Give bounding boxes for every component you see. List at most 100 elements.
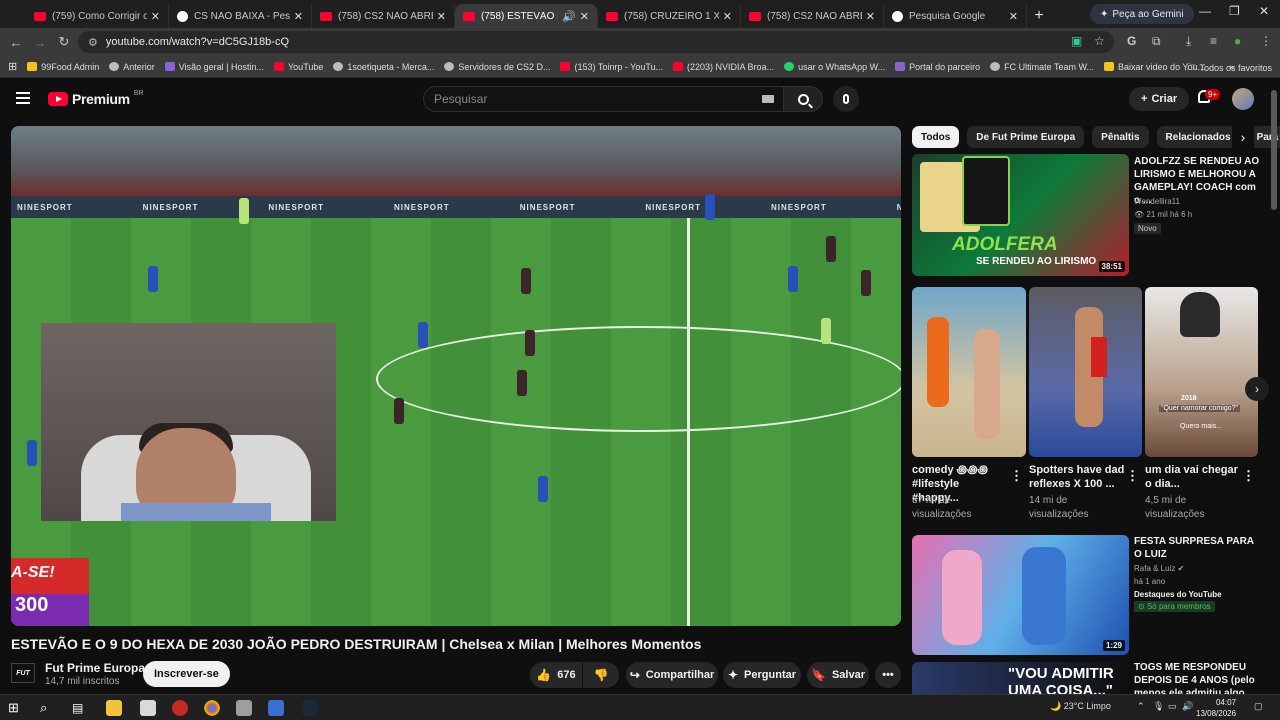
close-tab-icon[interactable]: ✕ xyxy=(1009,10,1018,23)
browser-tab[interactable]: (758) CS2 NÃO ABRE? RESO✕ xyxy=(312,4,455,28)
microphone-tray-icon[interactable]: 🎙 xyxy=(1153,701,1164,712)
close-tab-icon[interactable]: ✕ xyxy=(437,10,446,23)
chevron-right-icon[interactable]: › xyxy=(1232,126,1254,148)
windows-start-icon[interactable]: ⊞ xyxy=(8,700,24,716)
voice-search-button[interactable] xyxy=(833,86,859,112)
address-bar[interactable]: ⚙ youtube.com/watch?v=dC5GJ18b-cQ xyxy=(78,31,1114,53)
avatar[interactable] xyxy=(1232,88,1254,110)
close-tab-icon[interactable]: ✕ xyxy=(723,10,732,23)
document-app-icon[interactable] xyxy=(140,700,156,716)
more-vert-icon[interactable]: ⋮ xyxy=(1010,468,1023,484)
forward-icon[interactable]: → xyxy=(28,35,52,50)
more-vert-icon[interactable]: ⋮ xyxy=(1242,468,1255,484)
video-thumbnail[interactable]: "VOU ADMITIR UMA COISA..." xyxy=(912,662,1129,694)
search-icon[interactable]: ⌕ xyxy=(40,700,56,716)
bookmark-star-icon[interactable]: ☆ xyxy=(1094,34,1105,48)
close-tab-icon[interactable]: ✕ xyxy=(580,10,589,23)
browser-tab[interactable]: (758) CRUZEIRO 1 X 1 FLAM✕ xyxy=(598,4,741,28)
chevron-right-icon[interactable]: › xyxy=(1245,377,1269,401)
close-window-icon[interactable]: ✕ xyxy=(1259,4,1269,18)
short-thumbnail[interactable]: 2018 "Quer namorar comigo?" Quero mais..… xyxy=(1145,287,1258,457)
video-thumbnail[interactable]: ADOLFERA SE RENDEU AO LIRISMO 38:51 xyxy=(912,154,1129,276)
channel-name[interactable]: Fut Prime Europa xyxy=(45,661,145,675)
app-icon[interactable] xyxy=(236,700,252,716)
chip-channel[interactable]: De Fut Prime Europa xyxy=(967,126,1085,148)
back-icon[interactable]: ← xyxy=(4,35,28,50)
bookmark-item[interactable]: YouTube xyxy=(274,62,323,72)
bookmark-item[interactable]: Anterior xyxy=(109,62,155,72)
hamburger-menu-icon[interactable] xyxy=(16,92,30,104)
google-account-icon[interactable]: G xyxy=(1127,34,1136,48)
channel-name[interactable]: Rafa & Luiz ✔ xyxy=(1134,563,1184,575)
chip-all[interactable]: Todos xyxy=(912,126,960,148)
tray-chevron-icon[interactable]: ⌃ xyxy=(1137,701,1145,712)
bookmark-item[interactable]: Portal do parceiro xyxy=(895,62,980,72)
search-input[interactable]: Pesquisar xyxy=(423,86,785,112)
site-info-icon[interactable]: ⚙ xyxy=(88,36,98,49)
channel-name[interactable]: Wendellira11 xyxy=(1134,196,1180,208)
page-scrollbar[interactable] xyxy=(1271,90,1277,210)
more-vert-icon[interactable]: ⋮ xyxy=(1126,468,1139,484)
bookmark-item[interactable]: 1soetiqueta - Merca... xyxy=(333,62,434,72)
reload-icon[interactable]: ↻ xyxy=(52,34,76,50)
subscribe-button[interactable]: Inscrever-se xyxy=(143,661,230,687)
short-title[interactable]: um dia vai chegar o dia... xyxy=(1145,463,1241,491)
short-thumbnail[interactable] xyxy=(912,287,1026,457)
bookmark-item[interactable]: Visão geral | Hostin... xyxy=(164,62,264,72)
chip-related[interactable]: Relacionados xyxy=(1156,126,1240,148)
close-tab-icon[interactable]: ✕ xyxy=(151,10,160,23)
steam-icon[interactable] xyxy=(302,700,318,716)
like-button[interactable]: 👍 676 xyxy=(530,662,582,688)
speaker-icon[interactable]: 🔊 xyxy=(562,10,576,23)
browser-tab[interactable]: CS NÃO BAIXA - Pesquisa G✕ xyxy=(169,4,312,28)
video-thumbnail[interactable]: 1:29 xyxy=(912,535,1129,655)
extensions-puzzle-icon[interactable]: ⧉ xyxy=(1152,34,1161,49)
notification-center-icon[interactable]: ▢ xyxy=(1254,701,1263,712)
ask-button[interactable]: ✦ Perguntar xyxy=(723,662,801,688)
close-tab-icon[interactable]: ✕ xyxy=(866,10,875,23)
system-clock[interactable]: 04:07 13/08/2026 xyxy=(1196,697,1236,719)
search-button[interactable] xyxy=(783,86,823,112)
youtube-premium-logo[interactable]: Premium BR xyxy=(48,90,144,107)
media-control-icon[interactable]: ≡ xyxy=(1210,34,1217,48)
bookmark-item[interactable]: usar o WhatsApp W... xyxy=(784,62,885,72)
chrome-icon[interactable] xyxy=(204,700,220,716)
browser-tab[interactable]: Pesquisa Google ✕ xyxy=(884,4,1027,28)
more-actions-button[interactable]: ••• xyxy=(875,662,901,688)
video-title[interactable]: TOGS ME RESPONDEU DEPOIS DE 4 ANOS (pelo… xyxy=(1134,661,1264,694)
dislike-button[interactable]: 👎 xyxy=(583,662,619,688)
close-tab-icon[interactable]: ✕ xyxy=(294,10,303,23)
bookmark-item[interactable]: 99Food Admin xyxy=(27,62,99,72)
keyboard-icon[interactable] xyxy=(762,95,774,103)
browser-tab[interactable]: (759) Como Corrigir o Erro✕ xyxy=(26,4,169,28)
network-icon[interactable]: ▭ xyxy=(1168,701,1177,712)
short-thumbnail[interactable] xyxy=(1029,287,1142,457)
profile-icon[interactable]: ● xyxy=(1234,34,1241,48)
minimize-icon[interactable]: — xyxy=(1199,4,1211,18)
gemini-button[interactable]: ✦ Peça ao Gemini xyxy=(1090,4,1194,24)
channel-avatar[interactable]: FUT xyxy=(11,663,35,683)
video-title[interactable]: FESTA SURPRESA PARA O LUIZ xyxy=(1134,535,1264,561)
video-player[interactable]: NINESPORT NINESPORT NINESPORT NINESPORT … xyxy=(11,126,901,626)
volume-icon[interactable]: 🔊 xyxy=(1182,701,1193,712)
weather-widget[interactable]: 🌙 23°C Limpo xyxy=(1050,701,1111,712)
share-button[interactable]: ↪ Compartilhar xyxy=(626,662,718,688)
bookmark-item[interactable]: (2203) NVIDIA Broa... xyxy=(673,62,774,72)
file-explorer-icon[interactable] xyxy=(106,700,122,716)
browser-tab[interactable]: (758) CS2 NÃO ABRE? RESO✕ xyxy=(741,4,884,28)
more-menu-icon[interactable]: ⋮ xyxy=(1260,34,1272,48)
download-icon[interactable]: ⤓ xyxy=(1186,34,1191,49)
new-tab-button[interactable]: + xyxy=(1027,4,1051,28)
all-bookmarks[interactable]: 🗀 Todos os favoritos xyxy=(1186,60,1272,76)
bookmark-item[interactable]: (153) Toinrp - YouTu... xyxy=(560,62,663,72)
save-button[interactable]: 🔖 Salvar xyxy=(807,662,869,688)
maximize-icon[interactable]: ❐ xyxy=(1229,4,1240,18)
app-icon[interactable] xyxy=(268,700,284,716)
short-title[interactable]: Spotters have dad reflexes X 100 ... xyxy=(1029,463,1125,491)
bookmark-item[interactable]: Servidores de CS2 D... xyxy=(444,62,550,72)
browser-tab-active[interactable]: (758) ESTEVÃO E O 9 D🔊✕ xyxy=(455,4,598,28)
extension-icon[interactable]: ▣ xyxy=(1071,34,1082,48)
app-icon[interactable] xyxy=(172,700,188,716)
apps-icon[interactable]: ⊞ xyxy=(8,60,17,73)
chip-penalties[interactable]: Pênaltis xyxy=(1092,126,1149,148)
